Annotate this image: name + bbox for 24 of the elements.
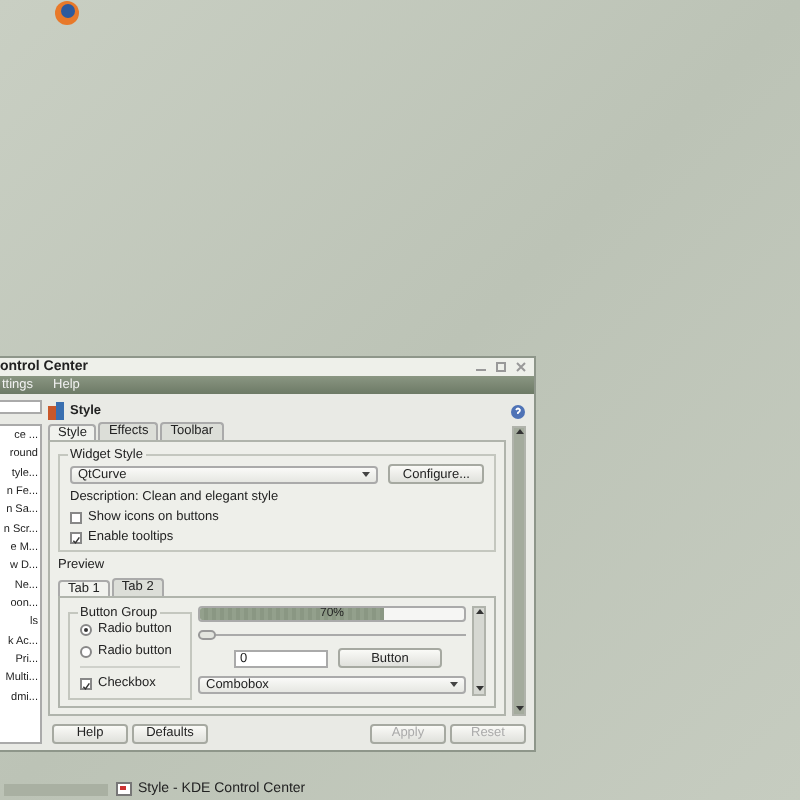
slider[interactable] <box>198 630 466 640</box>
dropdown-arrow-icon <box>450 682 458 688</box>
checkbox[interactable] <box>80 677 92 689</box>
check-icon <box>82 679 90 691</box>
style-icon <box>48 402 64 420</box>
radio-button[interactable] <box>80 623 92 635</box>
checkbox[interactable] <box>70 511 82 523</box>
slider-thumb[interactable] <box>198 630 216 640</box>
scroll-up-icon <box>475 608 483 616</box>
radio-button[interactable] <box>80 645 92 657</box>
scrollbar[interactable] <box>512 426 526 716</box>
check-icon <box>72 533 80 545</box>
help-icon <box>510 403 526 419</box>
checkbox[interactable] <box>70 531 82 543</box>
dropdown-arrow-icon <box>362 471 371 477</box>
search-field[interactable] <box>0 400 42 414</box>
globe-icon <box>54 0 80 26</box>
scrollbar[interactable] <box>472 606 486 696</box>
maximize-icon <box>494 360 508 374</box>
scroll-up-icon <box>515 428 523 436</box>
window-icon <box>116 780 132 798</box>
close-icon <box>514 360 528 374</box>
scroll-down-icon <box>515 706 523 714</box>
scroll-down-icon <box>475 686 483 694</box>
